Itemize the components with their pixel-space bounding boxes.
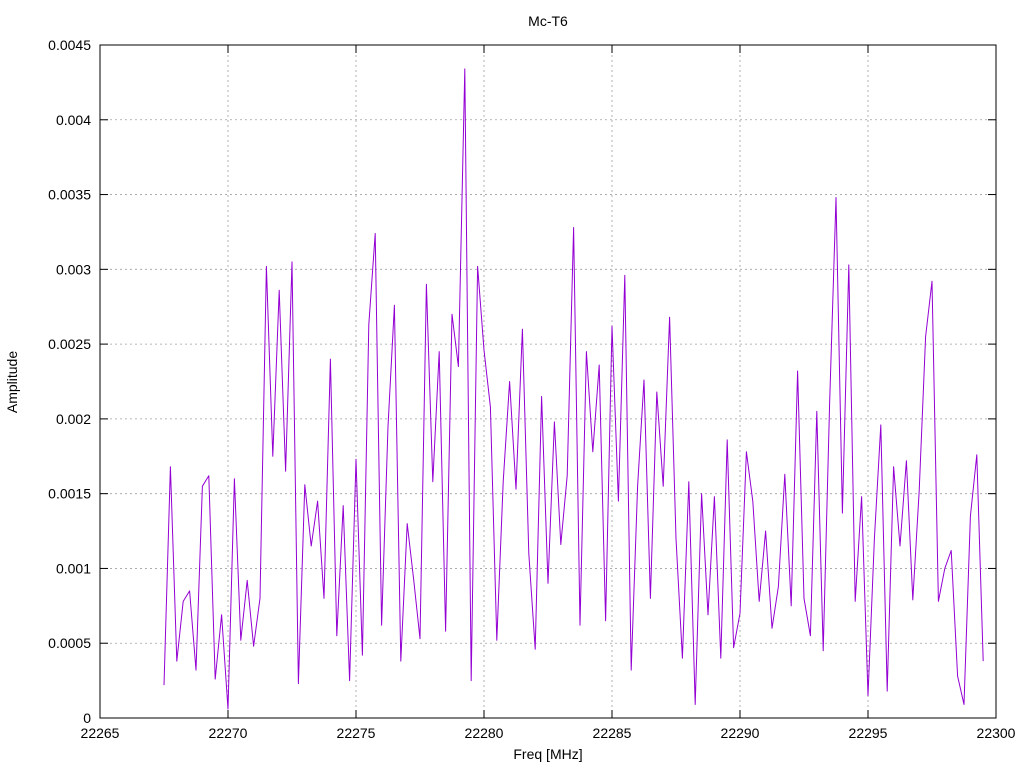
y-tick-label: 0.003 xyxy=(56,261,91,277)
y-tick-label: 0.0035 xyxy=(48,187,91,203)
y-tick-label: 0.002 xyxy=(56,411,91,427)
x-tick-label: 22300 xyxy=(977,725,1016,741)
chart-container: 22265 22270 22275 22280 22285 22290 22295 22300… xyxy=(0,0,1024,768)
axis-ticks xyxy=(99,44,997,719)
y-tick-label: 0 xyxy=(83,710,91,726)
y-tick-label: 0.0015 xyxy=(48,486,91,502)
y-axis-label: Amplitude xyxy=(4,351,20,413)
x-axis-label: Freq [MHz] xyxy=(513,746,582,762)
series-line xyxy=(163,68,984,710)
x-tick-label: 22285 xyxy=(593,725,632,741)
x-tick-labels: 22265 22270 22275 22280 22285 22290 22295 22300 xyxy=(81,725,1016,741)
x-tick-label: 22280 xyxy=(465,725,504,741)
y-tick-label: 0.0025 xyxy=(48,336,91,352)
line-chart: 22265 22270 22275 22280 22285 22290 22295 22300… xyxy=(4,13,1016,762)
x-tick-label: 22295 xyxy=(849,725,888,741)
x-tick-label: 22275 xyxy=(337,725,376,741)
chart-title: Mc-T6 xyxy=(528,13,568,29)
y-tick-label: 0.001 xyxy=(56,560,91,576)
x-tick-label: 22265 xyxy=(81,725,120,741)
plot-area-frame xyxy=(99,44,997,719)
y-tick-label: 0.0045 xyxy=(48,37,91,53)
x-tick-label: 22270 xyxy=(209,725,248,741)
series-layer xyxy=(163,68,984,710)
y-tick-labels: 0 0.0005 0.001 0.0015 0.002 0.0025 0.003 0.0035… xyxy=(48,37,91,726)
y-tick-label: 0.0005 xyxy=(48,635,91,651)
grid-lines xyxy=(100,45,996,718)
x-tick-label: 22290 xyxy=(721,725,760,741)
y-tick-label: 0.004 xyxy=(56,112,91,128)
